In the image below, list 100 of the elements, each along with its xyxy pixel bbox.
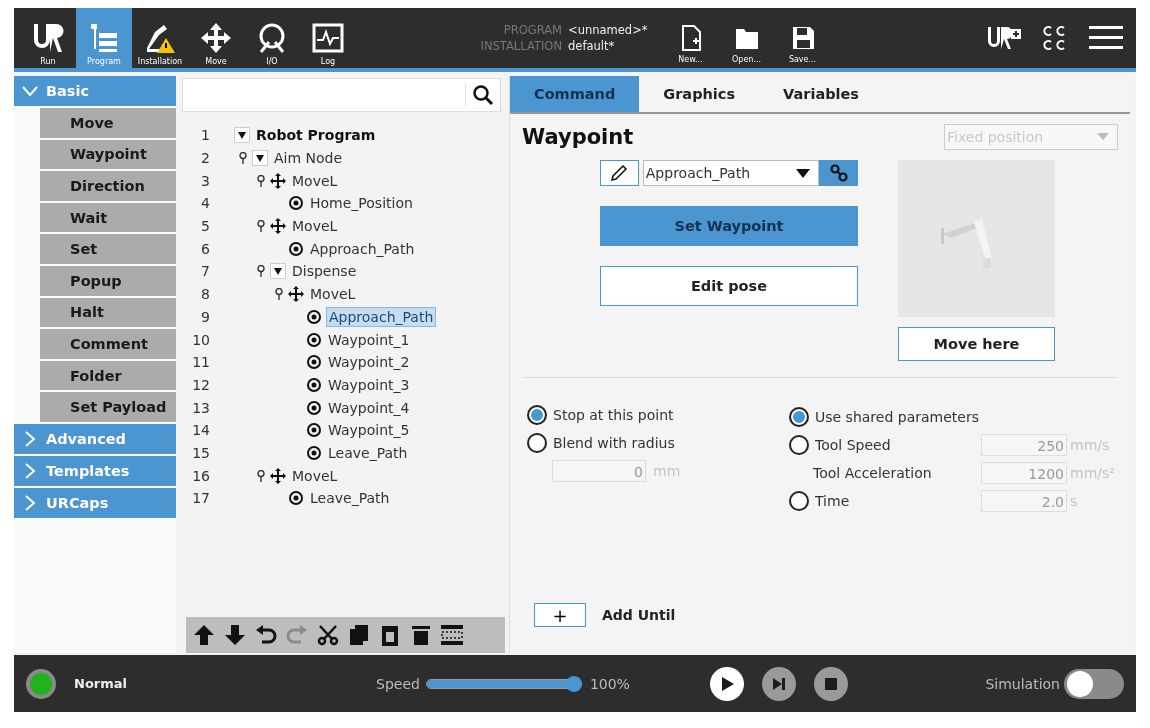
- file-button[interactable]: New...: [665, 8, 716, 68]
- expander-icon[interactable]: [270, 263, 286, 280]
- waypoint-icon: [306, 308, 322, 325]
- tree-node[interactable]: Leave_Path: [308, 489, 392, 508]
- waypoint-icon: [306, 444, 322, 461]
- caret-icon: [796, 168, 811, 178]
- tree-node[interactable]: MoveL: [290, 217, 340, 236]
- tree-node[interactable]: Waypoint_2: [326, 353, 412, 372]
- nav-tab[interactable]: I/O: [244, 8, 300, 68]
- installation-name: default*: [568, 39, 615, 53]
- line-number: 10: [191, 331, 211, 348]
- file-button[interactable]: Open...: [721, 8, 772, 68]
- play-button[interactable]: [709, 666, 744, 701]
- line-number: 14: [191, 422, 211, 439]
- line-number: 9: [200, 308, 211, 325]
- expander-icon[interactable]: [234, 127, 250, 144]
- radio-option[interactable]: Use shared parameters: [789, 405, 981, 428]
- pin-icon[interactable]: [257, 174, 265, 187]
- tree-node[interactable]: Home_Position: [308, 194, 415, 213]
- speed-label: Speed: [376, 675, 420, 692]
- nav-tab[interactable]: Installation: [132, 8, 188, 68]
- move-icon: [288, 286, 304, 303]
- nav-tab[interactable]: Move: [188, 8, 244, 68]
- tree-node[interactable]: Waypoint_4: [326, 398, 412, 417]
- panel-title: Waypoint: [522, 125, 634, 149]
- command-item[interactable]: Wait: [40, 202, 176, 233]
- ur-logo-icon: [31, 22, 65, 54]
- move-here-button[interactable]: Move here: [898, 327, 1055, 361]
- move-arrows-icon: [199, 22, 233, 54]
- command-item[interactable]: Set Payload: [40, 392, 176, 422]
- copy-icon[interactable]: [347, 623, 371, 647]
- command-item[interactable]: Comment: [40, 329, 176, 359]
- move-icon: [270, 467, 286, 484]
- tab[interactable]: Variables: [759, 76, 883, 112]
- tree-node[interactable]: MoveL: [290, 171, 340, 190]
- save-icon: [790, 25, 815, 51]
- stop-icon: [822, 675, 839, 692]
- radio-option[interactable]: Blend with radius: [527, 432, 789, 454]
- pin-icon[interactable]: [257, 265, 265, 278]
- suppress-icon[interactable]: [440, 623, 464, 647]
- tree-node[interactable]: Approach_Path: [308, 239, 417, 258]
- undo-icon[interactable]: [254, 623, 278, 647]
- set-waypoint-button[interactable]: Set Waypoint: [600, 206, 858, 246]
- line-number: 13: [191, 399, 211, 416]
- delete-icon[interactable]: [409, 623, 433, 647]
- program-name: <unnamed>*: [568, 23, 648, 37]
- command-item[interactable]: Folder: [40, 360, 176, 391]
- link-button[interactable]: [819, 160, 858, 186]
- waypoint-name-dropdown[interactable]: Approach_Path: [642, 160, 820, 186]
- file-button[interactable]: Save...: [777, 8, 828, 68]
- tree-node[interactable]: MoveL: [290, 466, 340, 485]
- move-icon: [270, 172, 286, 189]
- command-item[interactable]: Set: [40, 234, 176, 264]
- waypoint-icon: [288, 195, 304, 212]
- nav-tab[interactable]: Log: [300, 8, 356, 68]
- command-item[interactable]: Direction: [40, 171, 176, 201]
- tree-node[interactable]: Leave_Path: [326, 443, 410, 462]
- waypoint-icon: [306, 354, 322, 371]
- add-until-button[interactable]: +: [534, 603, 586, 627]
- up-icon[interactable]: [192, 623, 216, 647]
- line-number: 17: [191, 490, 211, 507]
- waypoint-icon: [306, 399, 322, 416]
- pin-icon[interactable]: [257, 469, 265, 482]
- edit-pose-button[interactable]: Edit pose: [600, 266, 858, 306]
- tab[interactable]: Command: [510, 76, 640, 112]
- menu-icon[interactable]: [1088, 24, 1124, 52]
- status-label: Normal: [74, 676, 127, 691]
- line-number: 4: [200, 195, 211, 212]
- tab[interactable]: Graphics: [639, 76, 760, 112]
- tree-node[interactable]: MoveL: [308, 285, 358, 304]
- line-number: 1: [200, 127, 211, 144]
- line-number: 6: [200, 240, 211, 257]
- down-icon[interactable]: [223, 623, 247, 647]
- simulation-toggle[interactable]: [1064, 668, 1124, 699]
- command-item[interactable]: Halt: [40, 297, 176, 328]
- tree-node[interactable]: Approach_Path: [326, 306, 437, 327]
- radio-option[interactable]: Stop at this point: [527, 404, 789, 426]
- tree-node[interactable]: Aim Node: [272, 149, 345, 168]
- tree-node[interactable]: Waypoint_3: [326, 375, 412, 394]
- cut-icon[interactable]: [316, 623, 340, 647]
- waypoint-icon: [288, 240, 304, 257]
- tree-node[interactable]: Robot Program: [254, 126, 378, 145]
- pin-icon[interactable]: [239, 152, 247, 165]
- search-field[interactable]: [182, 78, 501, 112]
- pencil-icon: [609, 163, 630, 183]
- edit-name-button[interactable]: [600, 160, 639, 186]
- pin-icon[interactable]: [275, 288, 283, 301]
- expander-icon[interactable]: [252, 150, 268, 167]
- speed-slider[interactable]: [425, 675, 582, 692]
- tree-node[interactable]: Dispense: [290, 262, 359, 281]
- command-item[interactable]: Move: [40, 108, 176, 138]
- ur-plus-icon[interactable]: [986, 25, 1022, 51]
- command-item[interactable]: Waypoint: [40, 139, 176, 170]
- command-item[interactable]: Popup: [40, 265, 176, 296]
- tree-node[interactable]: Waypoint_5: [326, 421, 412, 440]
- link-icon: [828, 163, 849, 183]
- line-number: 16: [191, 467, 211, 484]
- pin-icon[interactable]: [257, 220, 265, 233]
- nav-tab[interactable]: Run: [20, 8, 76, 68]
- tree-node[interactable]: Waypoint_1: [326, 330, 412, 349]
